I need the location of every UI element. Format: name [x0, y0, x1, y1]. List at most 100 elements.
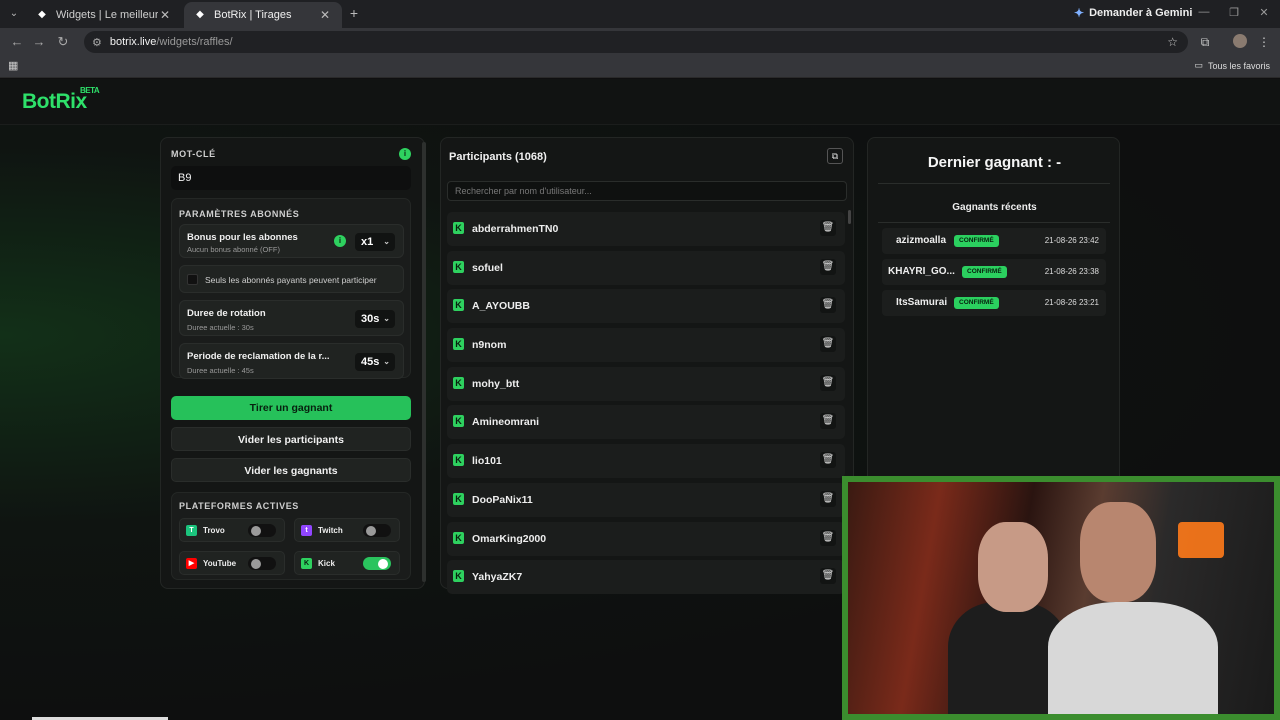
folder-icon: ▭ [1194, 60, 1203, 70]
participant-username: A_AYOUBB [472, 300, 530, 313]
url-path: /widgets/raffles/ [156, 36, 233, 48]
platform-kick: K Kick [294, 551, 400, 575]
participant-row[interactable]: Klio101 🗑 [447, 444, 845, 479]
participants-list: KabderrahmenTN0 🗑 Ksofuel 🗑 K A_AYOUBB 🗑 Kn9nom… [447, 212, 845, 599]
address-bar[interactable]: ⚙ botrix.live/widgets/raffles/ ☆ [84, 31, 1188, 53]
rotation-duration-select[interactable]: 30s ⌄ [355, 310, 395, 328]
trovo-icon: T [186, 525, 197, 536]
bonus-multiplier-select[interactable]: x1 ⌄ [355, 233, 395, 251]
back-icon[interactable]: ← [9, 34, 25, 50]
reload-icon[interactable]: ↻ [55, 34, 71, 50]
winner-row[interactable]: KHAYRI_GO... CONFIRMÉ 21-08-26 23:38 [882, 259, 1106, 285]
participant-row[interactable]: Kmohy_btt 🗑 [447, 366, 845, 401]
keyword-input[interactable]: B9 [171, 166, 411, 190]
botrix-favicon-icon: ◆ [196, 9, 204, 20]
clear-participants-button[interactable]: Vider les participants [171, 427, 411, 451]
streamer-left-head [978, 522, 1048, 612]
trash-icon[interactable]: 🗑 [820, 258, 836, 275]
participant-search-input[interactable]: Rechercher par nom d'utilisateur... [447, 181, 847, 201]
draw-winner-button[interactable]: Tirer un gagnant [171, 396, 411, 420]
recent-winners-title: Gagnants récents [952, 202, 1037, 213]
trash-icon[interactable]: 🗑 [820, 529, 836, 546]
left-panel-scrollbar[interactable] [422, 142, 426, 582]
participant-row[interactable]: Kn9nom 🗑 [447, 328, 845, 363]
tab-search-icon[interactable]: ⌄ [6, 6, 22, 22]
confirmed-badge: CONFIRMÉ [962, 266, 1007, 278]
twitch-icon: t [301, 525, 312, 536]
trash-icon[interactable]: 🗑 [820, 490, 836, 507]
trash-icon[interactable]: 🗑 [820, 336, 836, 353]
youtube-toggle[interactable] [248, 557, 276, 570]
bonus-subtitle: Aucun bonus abonné (OFF) [187, 245, 280, 254]
participant-row[interactable]: K DooPaNix11 🗑 [447, 482, 845, 517]
menu-kebab-icon[interactable]: ⋮ [1256, 34, 1272, 50]
chevron-down-icon: ⌄ [383, 237, 390, 246]
copy-icon[interactable]: ⧉ [827, 148, 843, 164]
paid-only-row[interactable]: Seuls les abonnés payants peuvent partic… [179, 265, 404, 293]
winner-row[interactable]: azizmoalla CONFIRMÉ 21-08-26 23:42 [882, 228, 1106, 254]
participants-scrollbar[interactable] [848, 210, 851, 224]
gemini-label: Demander à Gemini [1089, 7, 1193, 19]
bookmark-star-icon[interactable]: ☆ [1167, 35, 1178, 49]
all-bookmarks-button[interactable]: ▭ Tous les favoris [1194, 60, 1270, 71]
app-header: BotRix BETA [0, 79, 1280, 125]
participant-row[interactable]: K A_AYOUBB 🗑 [447, 289, 845, 324]
kick-icon: K [301, 558, 312, 569]
apps-grid-icon[interactable]: ▦ [8, 60, 20, 72]
gemini-sparkle-icon: ✦ [1074, 6, 1085, 20]
platform-youtube: ▶ YouTube [179, 551, 285, 575]
participant-row[interactable]: K YahyaZK7 🗑 [447, 560, 845, 595]
trash-icon[interactable]: 🗑 [820, 220, 836, 236]
winner-name: azizmoalla [896, 235, 947, 246]
botrix-logo[interactable]: BotRix BETA [22, 86, 100, 114]
tab-widgets[interactable]: ◆ Widgets | Le meilleur logiciel p ✕ [26, 2, 182, 28]
participant-row[interactable]: KabderrahmenTN0 🗑 [447, 212, 845, 246]
rotation-title: Duree de rotation [187, 308, 266, 319]
participant-username: sofuel [472, 261, 503, 274]
forward-icon[interactable]: → [31, 34, 47, 50]
keyword-info-icon[interactable]: i [399, 148, 411, 160]
subscriber-bonus-row: Bonus pour les abonnes Aucun bonus abonn… [179, 224, 404, 258]
kick-toggle[interactable] [363, 557, 391, 570]
trash-icon[interactable]: 🗑 [820, 374, 836, 391]
winner-row[interactable]: ItsSamurai CONFIRMÉ 21-08-26 23:21 [882, 290, 1106, 316]
trash-icon[interactable]: 🗑 [820, 297, 836, 314]
restore-icon[interactable]: ❐ [1224, 6, 1244, 19]
kick-icon: K [453, 338, 464, 351]
paid-only-checkbox[interactable] [187, 274, 198, 285]
profile-avatar[interactable] [1233, 34, 1247, 48]
tab-botrix-tirages[interactable]: ◆ BotRix | Tirages ✕ [184, 2, 342, 28]
close-tab-icon[interactable]: ✕ [318, 8, 332, 22]
twitch-toggle[interactable] [363, 524, 391, 537]
new-tab-icon[interactable]: + [346, 5, 362, 21]
winner-name: KHAYRI_GO... [888, 266, 955, 277]
browser-toolbar: ← → ↻ ⚙ botrix.live/widgets/raffles/ ☆ ⧉… [0, 28, 1280, 56]
claim-period-select[interactable]: 45s ⌄ [355, 353, 395, 371]
participant-username: DooPaNix11 [472, 493, 533, 506]
close-window-icon[interactable]: ✕ [1254, 6, 1274, 19]
trash-icon[interactable]: 🗑 [820, 413, 836, 430]
all-bookmarks-label: Tous les favoris [1207, 60, 1270, 71]
bonus-info-icon[interactable]: i [334, 235, 346, 247]
trovo-toggle[interactable] [248, 524, 276, 537]
minimize-icon[interactable]: — [1194, 6, 1214, 18]
participant-username: mohy_btt [472, 377, 520, 390]
platforms-label: PLATEFORMES ACTIVES [179, 501, 299, 511]
platform-name: Trovo [203, 526, 225, 535]
site-info-icon[interactable]: ⚙ [92, 36, 102, 49]
participant-row[interactable]: K OmarKing2000 🗑 [447, 521, 845, 556]
platform-trovo: T Trovo [179, 518, 285, 542]
trash-icon[interactable]: 🗑 [820, 452, 836, 469]
chevron-down-icon: ⌄ [383, 357, 390, 366]
gemini-button[interactable]: ✦ Demander à Gemini [1074, 6, 1192, 20]
participant-row[interactable]: Ksofuel 🗑 [447, 250, 845, 285]
close-tab-icon[interactable]: ✕ [158, 8, 172, 22]
url-host: botrix.live [109, 36, 157, 48]
extensions-icon[interactable]: ⧉ [1197, 34, 1213, 50]
participant-username: abderrahmenTN0 [472, 223, 559, 235]
kick-icon: K [453, 222, 464, 234]
trash-icon[interactable]: 🗑 [820, 568, 836, 585]
clear-winners-button[interactable]: Vider les gagnants [171, 458, 411, 482]
last-winner-title: Dernier gagnant : - [927, 154, 1062, 171]
participant-row[interactable]: K Amineomrani 🗑 [447, 405, 845, 440]
